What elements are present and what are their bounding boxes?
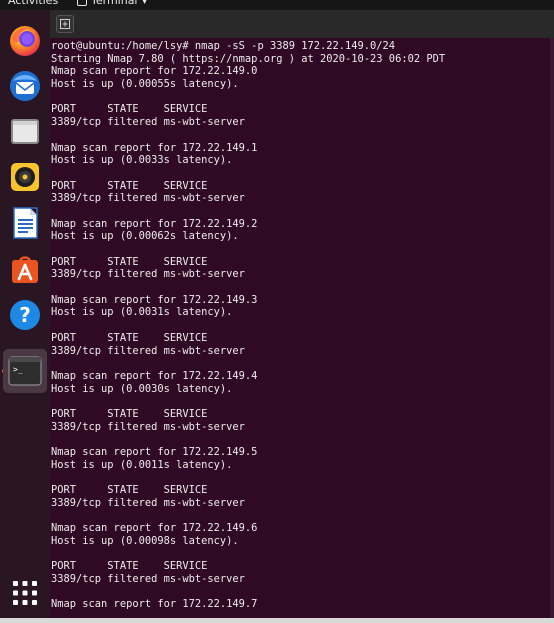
terminal-line: Nmap scan report for 172.22.149.2 [51, 217, 258, 230]
terminal-line: Nmap scan report for 172.22.149.5 [51, 446, 258, 458]
terminal-line: Nmap scan report for 172.22.149.4 [51, 369, 258, 382]
terminal-line: 3389/tcp filtered ms-wbt-server [51, 116, 245, 129]
dock-item-writer[interactable] [6, 204, 44, 242]
terminal-line: PORT STATE SERVICE [51, 179, 208, 192]
terminal-scrollbar[interactable] [550, 38, 554, 623]
terminal-line: 3389/tcp filtered ms-wbt-server [51, 572, 245, 585]
terminal-line: PORT STATE SERVICE [51, 484, 208, 497]
dock-item-terminal[interactable]: >_ [3, 349, 47, 393]
rhythmbox-icon [11, 163, 39, 191]
new-tab-button[interactable] [56, 15, 74, 33]
ubuntu-software-icon [12, 256, 38, 283]
app-menu[interactable]: Terminal ▼ [77, 0, 148, 8]
chevron-down-icon: ▼ [141, 0, 148, 5]
top-bar: Activities Terminal ▼ [0, 0, 554, 10]
terminal-line: PORT STATE SERVICE [51, 407, 208, 420]
terminal-line: Host is up (0.00062s latency). [51, 230, 239, 243]
terminal-line: 3389/tcp filtered ms-wbt-server [51, 192, 245, 205]
terminal-line: 3389/tcp filtered ms-wbt-server [51, 496, 245, 509]
terminal-line: PORT STATE SERVICE [51, 560, 208, 573]
dock-item-show-applications[interactable] [6, 574, 44, 612]
terminal-line: Host is up (0.0011s latency). [51, 458, 233, 471]
terminal-line: Nmap scan report for 172.22.149.6 [51, 522, 258, 535]
dock-item-firefox[interactable] [6, 22, 44, 60]
files-icon [11, 119, 39, 144]
svg-text:>_: >_ [13, 365, 23, 374]
terminal-line: Starting Nmap 7.80 ( https://nmap.org ) … [51, 52, 446, 65]
terminal-line: Host is up (0.0033s latency). [51, 154, 233, 167]
terminal-line: Host is up (0.00098s latency). [51, 534, 239, 547]
help-icon: ? [10, 300, 40, 330]
terminal-line: root@ubuntu:/home/lsy# nmap -sS -p 3389 … [51, 40, 396, 52]
terminal-line: PORT STATE SERVICE [51, 103, 208, 116]
svg-text:?: ? [19, 303, 31, 327]
terminal-mini-icon [77, 0, 87, 6]
firefox-icon [10, 26, 40, 56]
dock-item-thunderbird[interactable] [6, 67, 44, 105]
activities-button[interactable]: Activities [8, 0, 58, 8]
terminal-line: 3389/tcp filtered ms-wbt-server [51, 420, 245, 433]
dock-item-files[interactable] [6, 112, 44, 150]
terminal-window[interactable]: root@ubuntu:/home/lsy# nmap -sS -p 3389 … [50, 10, 554, 623]
terminal-line: Nmap scan report for 172.22.149.3 [51, 293, 258, 306]
terminal-line: Host is up (0.0030s latency). [51, 382, 233, 395]
dock: ? >_ [0, 10, 50, 623]
app-menu-label: Terminal [91, 0, 138, 7]
dock-item-help[interactable]: ? [6, 296, 44, 334]
terminal-line: 3389/tcp filtered ms-wbt-server [51, 344, 245, 357]
dock-item-rhythmbox[interactable] [6, 158, 44, 196]
terminal-line: Nmap scan report for 172.22.149.1 [51, 141, 258, 154]
terminal-line: Host is up (0.00055s latency). [51, 78, 239, 91]
new-tab-icon [60, 19, 70, 29]
terminal-line: Host is up (0.0031s latency). [51, 306, 233, 319]
show-applications-icon [13, 581, 37, 605]
desktop: Activities Terminal ▼ ? >_ root@ubuntu:/… [0, 0, 554, 623]
terminal-header-bar [50, 10, 554, 38]
dock-item-ubuntu-software[interactable] [6, 250, 44, 288]
bottom-strip [0, 618, 554, 623]
terminal-line: 3389/tcp filtered ms-wbt-server [51, 268, 245, 281]
terminal-output[interactable]: root@ubuntu:/home/lsy# nmap -sS -p 3389 … [51, 40, 549, 623]
libreoffice-writer-icon [13, 207, 38, 239]
terminal-line: PORT STATE SERVICE [51, 255, 208, 268]
terminal-icon: >_ [8, 356, 42, 386]
thunderbird-icon [10, 71, 40, 101]
terminal-line: PORT STATE SERVICE [51, 331, 208, 344]
terminal-line: Nmap scan report for 172.22.149.7 [51, 598, 258, 611]
terminal-line: Nmap scan report for 172.22.149.0 [51, 65, 258, 78]
